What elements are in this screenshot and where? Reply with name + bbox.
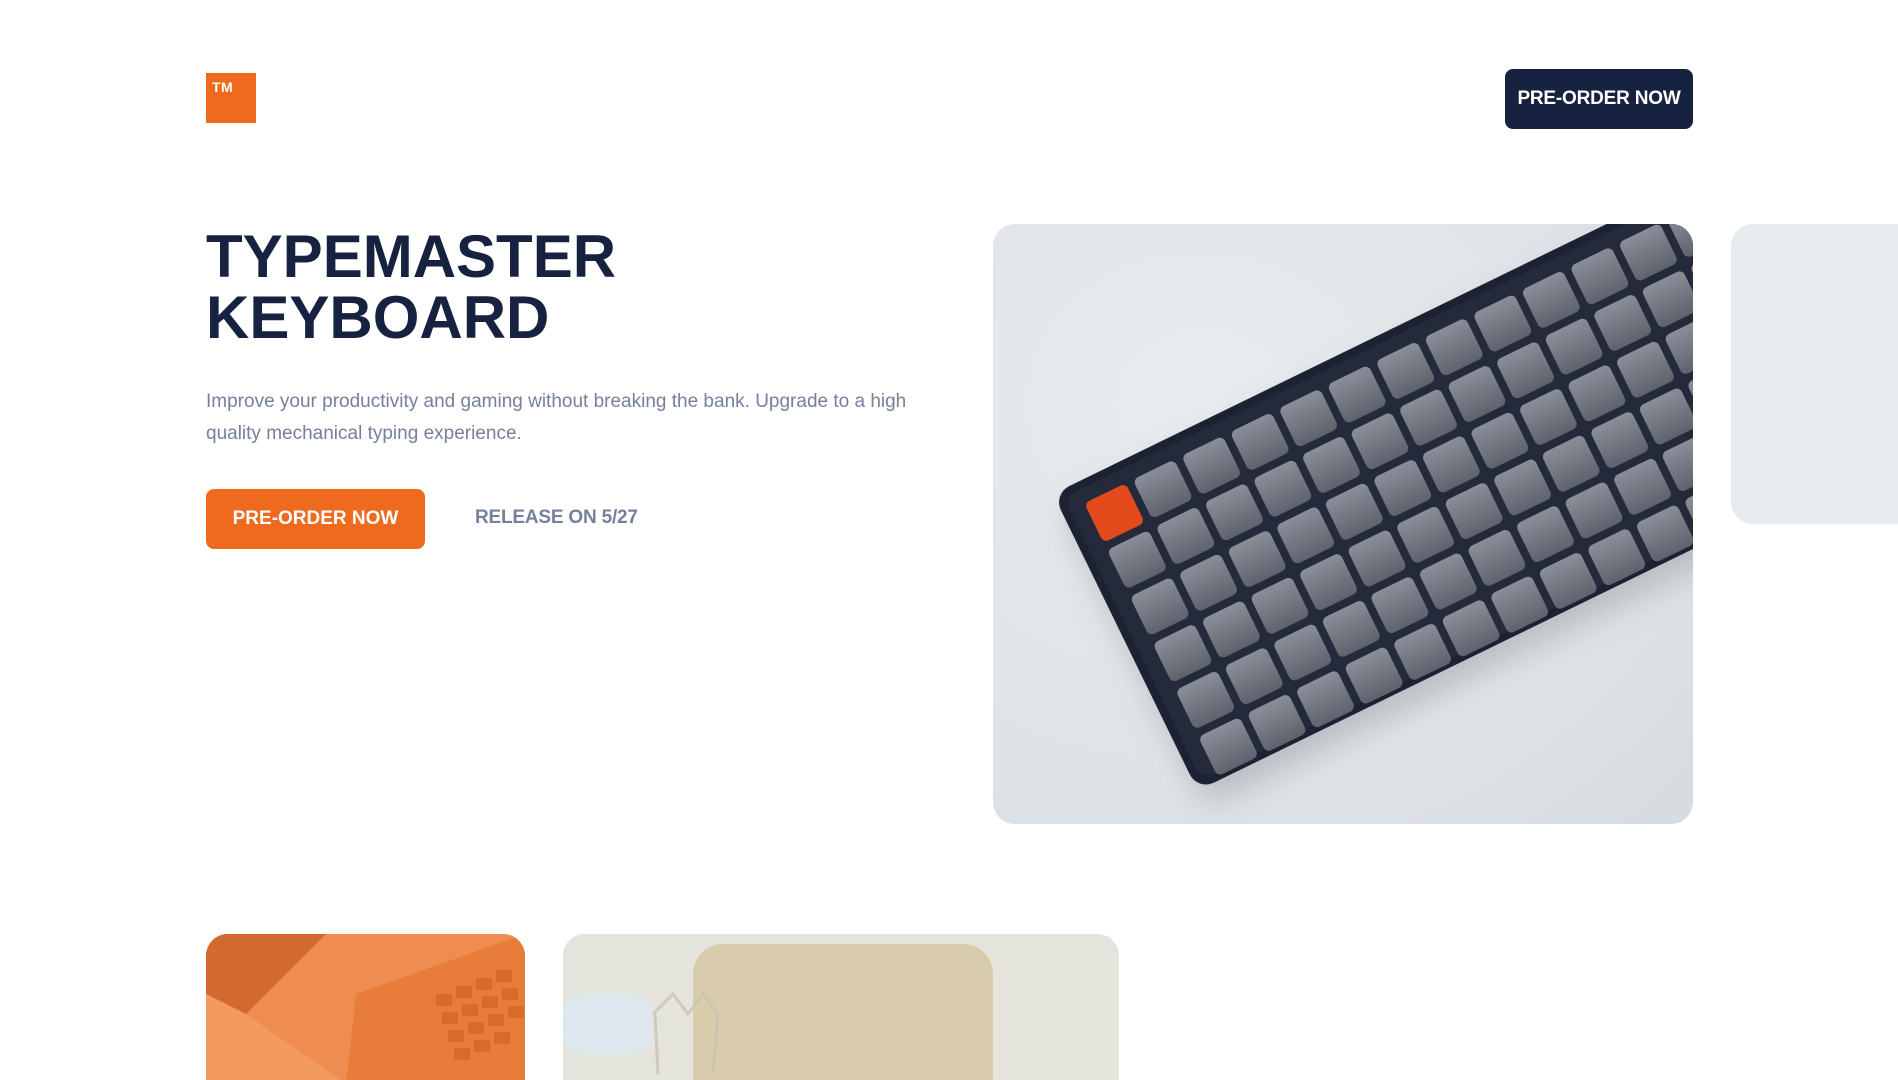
hero-title-line-1: TYPEMASTER bbox=[206, 223, 617, 290]
keyboard-photo-icon bbox=[1059, 224, 1693, 785]
desk-scene-photo-icon bbox=[563, 934, 1119, 1080]
release-date-label: RELEASE ON 5/27 bbox=[475, 507, 638, 528]
hero-title-line-2: KEYBOARD bbox=[206, 284, 550, 351]
gallery-tile-desk bbox=[563, 934, 1119, 1080]
orange-keyboard-photo-icon bbox=[206, 934, 525, 1080]
logo[interactable]: TM bbox=[206, 73, 256, 123]
carousel-next-card[interactable] bbox=[1731, 224, 1898, 524]
hero-title: TYPEMASTER KEYBOARD bbox=[206, 226, 906, 348]
hero-preorder-button[interactable]: PRE-ORDER NOW bbox=[206, 489, 425, 549]
hero-keyboard-image bbox=[993, 224, 1693, 824]
gallery-tile-orange bbox=[206, 934, 525, 1080]
header-preorder-button[interactable]: PRE-ORDER NOW bbox=[1505, 69, 1693, 129]
hero-description: Improve your productivity and gaming wit… bbox=[206, 391, 907, 444]
